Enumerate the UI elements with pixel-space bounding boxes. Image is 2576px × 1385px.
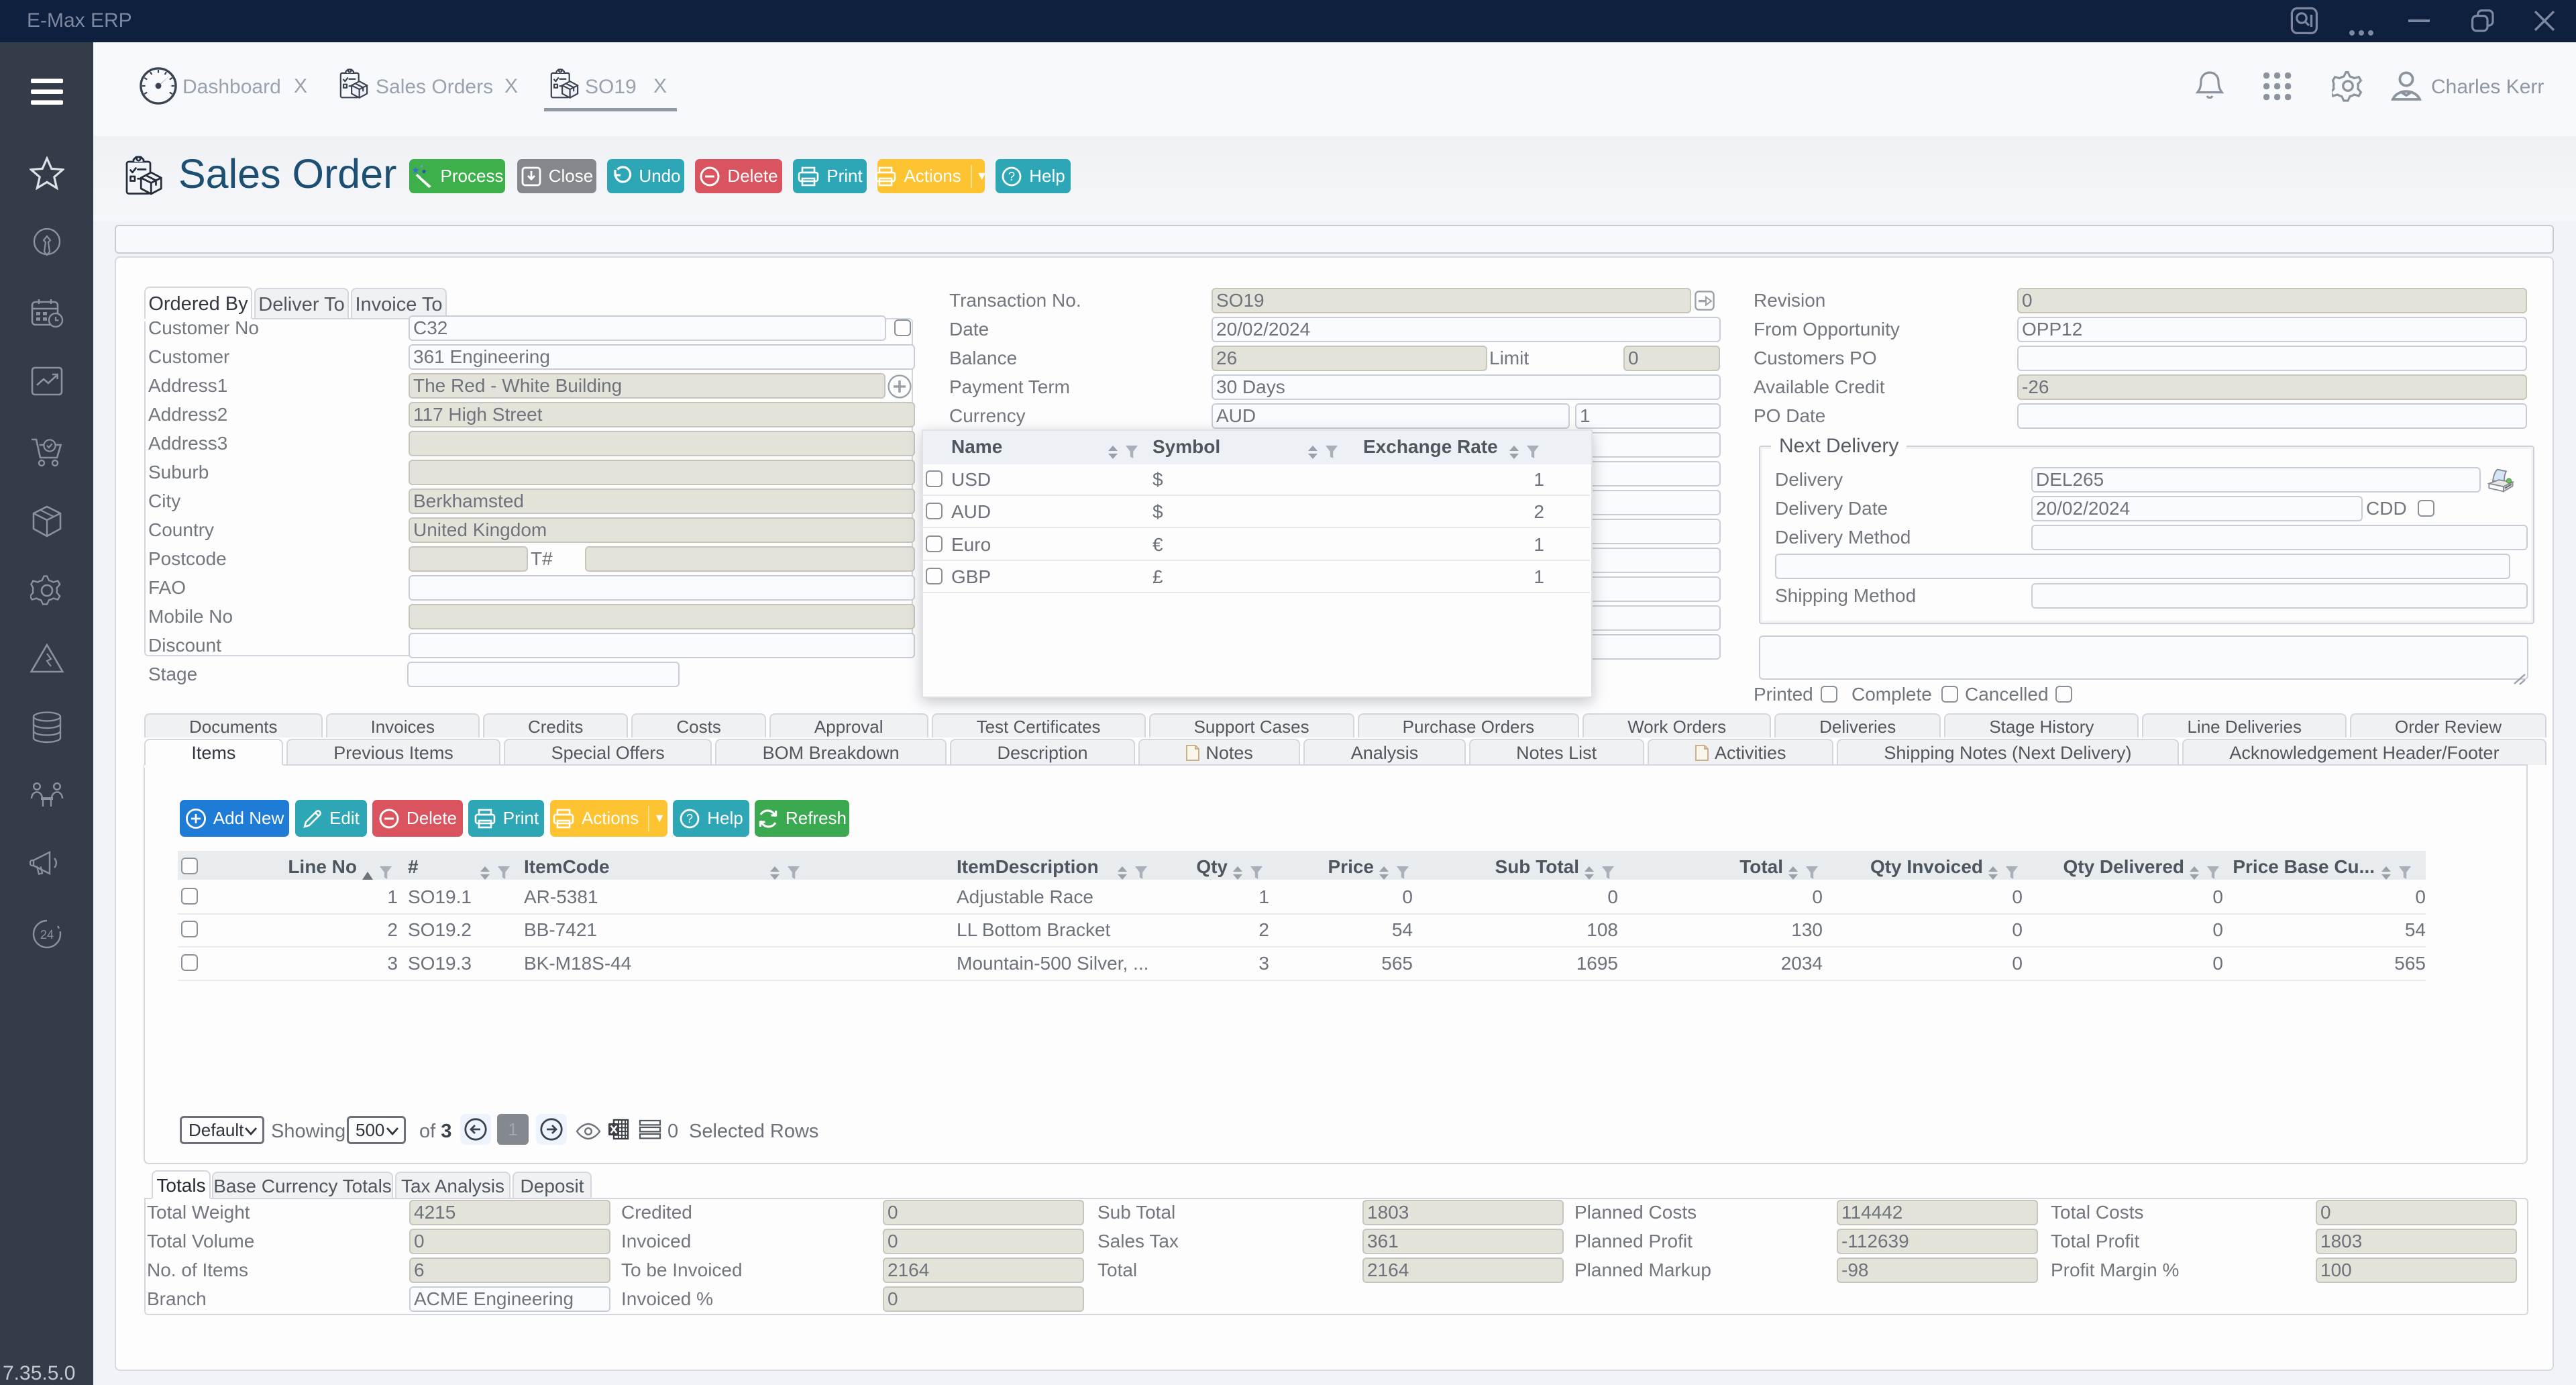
svg-text:?: ?	[1008, 170, 1015, 183]
svg-text:?: ?	[686, 812, 693, 825]
svg-text:24: 24	[40, 928, 53, 941]
